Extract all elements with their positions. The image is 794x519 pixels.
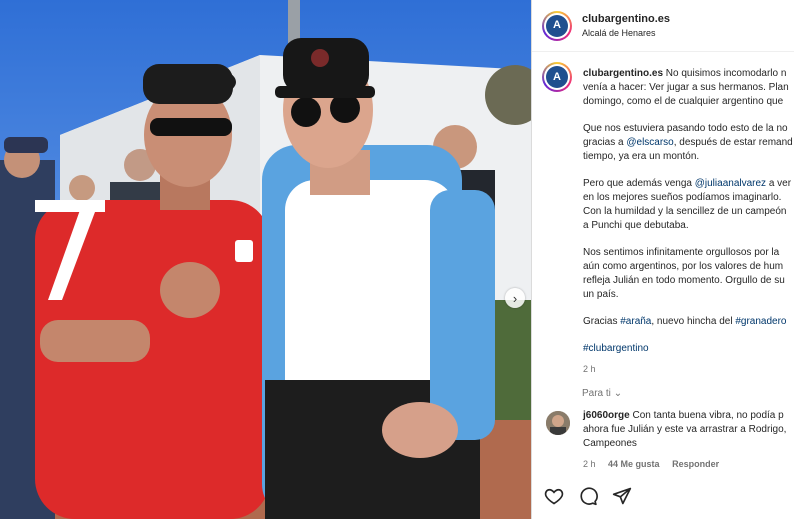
post-actions bbox=[544, 486, 632, 506]
reply-button[interactable]: Responder bbox=[672, 459, 719, 469]
hashtag-link[interactable]: #araña bbox=[620, 316, 651, 327]
caption-text-fragment: , nuevo hincha del bbox=[651, 316, 736, 327]
caption-text-fragment: Pero que además venga bbox=[583, 178, 695, 189]
caption-line: Que nos estuviera pasando todo esto de l… bbox=[583, 123, 788, 134]
comment-timestamp[interactable]: 2 h bbox=[583, 459, 596, 469]
caption-text-fragment: a ver bbox=[766, 178, 792, 189]
hashtag-link[interactable]: #clubargentino bbox=[583, 343, 649, 354]
club-logo-icon: A bbox=[553, 19, 561, 31]
caption-text-fragment: gracias a bbox=[583, 137, 627, 148]
for-you-label: Para ti bbox=[582, 388, 611, 399]
caption-text-fragment: Gracias bbox=[583, 316, 621, 327]
caption-text-fragment: , después de estar remand bbox=[673, 137, 793, 148]
post-username[interactable]: clubargentino.es bbox=[582, 13, 670, 25]
caption-line: No quisimos incomodarlo n bbox=[665, 68, 787, 79]
comment-line: ahora fue Julián y este va arrastrar a R… bbox=[583, 424, 787, 435]
heart-icon[interactable] bbox=[544, 486, 564, 506]
comment-line: Con tanta buena vibra, no podía p bbox=[629, 410, 784, 421]
caption-line: un país. bbox=[583, 289, 619, 300]
caption-line: en los mejores sueños podíamos imaginarl… bbox=[583, 192, 782, 203]
caption-timestamp[interactable]: 2 h bbox=[583, 362, 794, 376]
caption-line: refleja Julián en todo momento. Orgullo … bbox=[583, 275, 785, 286]
club-logo-icon: A bbox=[553, 70, 561, 83]
caption-avatar[interactable]: A bbox=[542, 62, 572, 92]
for-you-dropdown[interactable]: Para ti ⌄ bbox=[582, 388, 622, 399]
caption-line: Con la humildad y la sencillez de un cam… bbox=[583, 206, 787, 217]
comment-likes[interactable]: 44 Me gusta bbox=[608, 459, 660, 469]
caption-username[interactable]: clubargentino.es bbox=[583, 68, 663, 79]
caption-line: venía a hacer: Ver jugar a sus hermanos.… bbox=[583, 82, 789, 93]
chevron-right-icon: › bbox=[512, 290, 518, 306]
comment-line: Campeones bbox=[583, 438, 637, 449]
commenter-avatar[interactable] bbox=[546, 411, 570, 435]
avatar[interactable]: A bbox=[542, 10, 572, 41]
mention-link[interactable]: @elscarso bbox=[626, 137, 673, 148]
caption-line: domingo, como el de cualquier argentino … bbox=[583, 96, 784, 107]
post-header: A clubargentino.es Alcalá de Henares bbox=[532, 0, 794, 52]
hashtag-link[interactable]: #granadero bbox=[735, 316, 786, 327]
share-icon[interactable] bbox=[612, 486, 632, 506]
comment-icon[interactable] bbox=[578, 486, 598, 506]
caption-text: clubargentino.es No quisimos incomodarlo… bbox=[583, 67, 794, 376]
post-photo bbox=[0, 0, 531, 519]
mention-link[interactable]: @juliaanalvarez bbox=[695, 178, 766, 189]
caption-line: a Punchi que debutaba. bbox=[583, 220, 689, 231]
chevron-down-icon: ⌄ bbox=[613, 388, 623, 399]
avatar-image bbox=[546, 411, 570, 435]
caption-line: tiempo, ya era un montón. bbox=[583, 151, 700, 162]
post-location[interactable]: Alcalá de Henares bbox=[582, 28, 670, 38]
caption-line: aún como argentinos, por los valores de … bbox=[583, 261, 784, 272]
post-panel: A clubargentino.es Alcalá de Henares A c… bbox=[531, 0, 794, 519]
post-image bbox=[0, 0, 531, 519]
commenter-username[interactable]: j6060orge bbox=[583, 410, 630, 421]
caption-line: Nos sentimos infinitamente orgullosos po… bbox=[583, 247, 780, 258]
next-image-button[interactable]: › bbox=[505, 288, 525, 308]
